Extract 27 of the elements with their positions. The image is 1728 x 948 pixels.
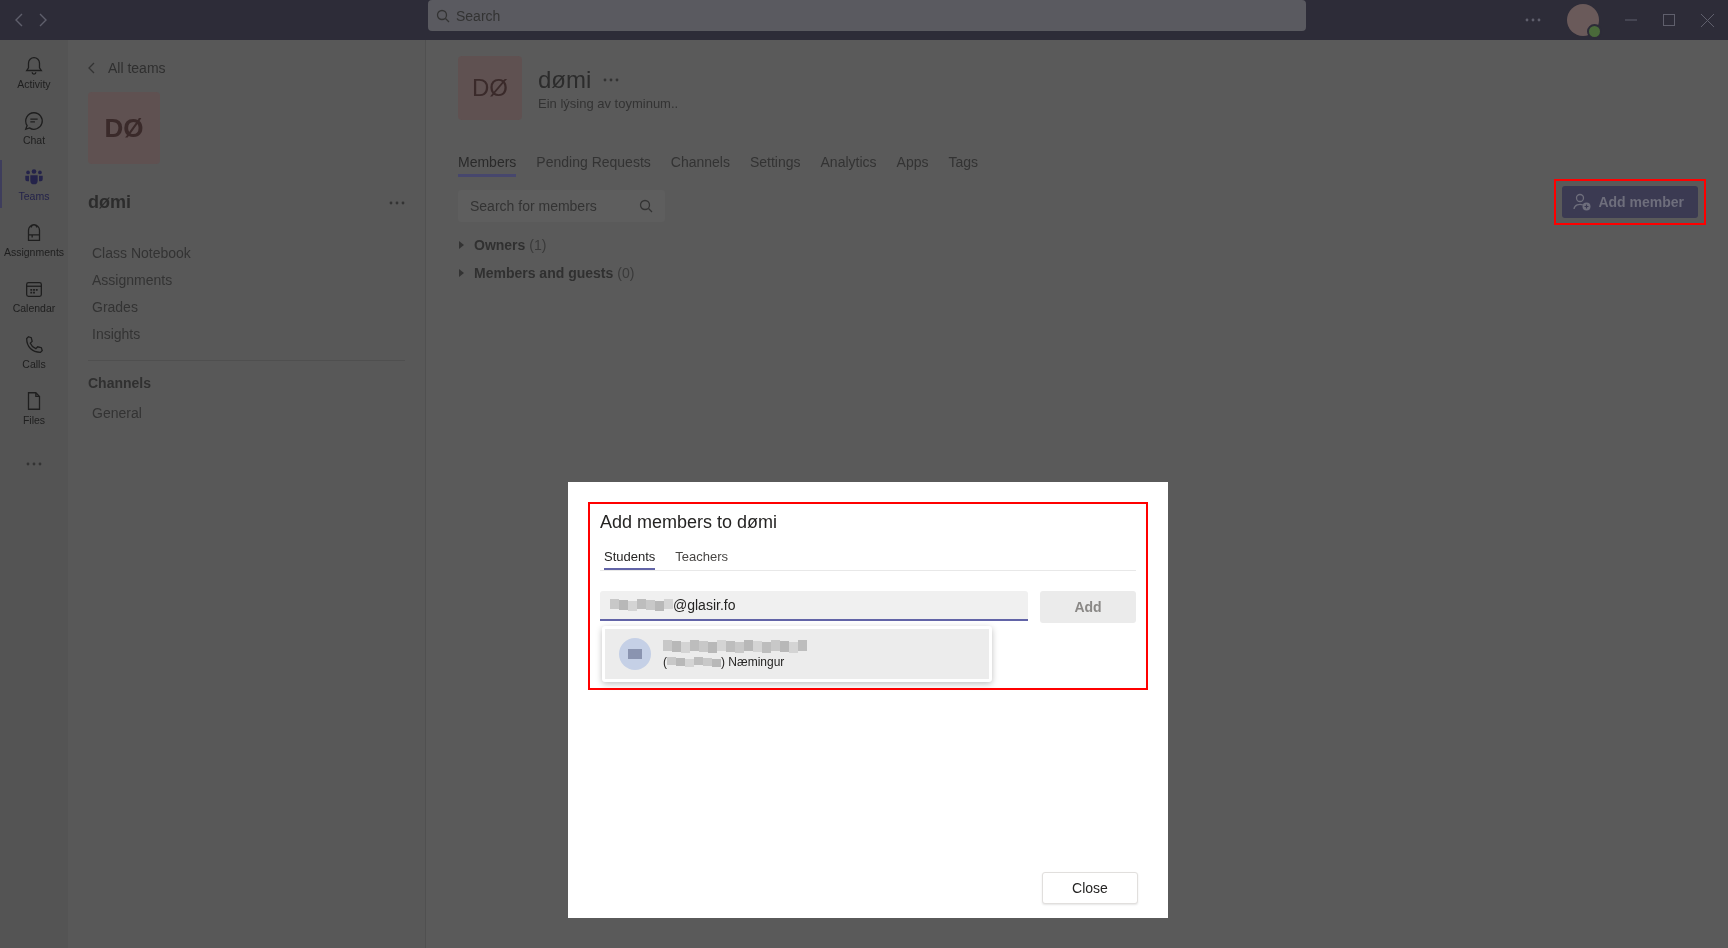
bell-icon xyxy=(23,54,45,76)
close-button[interactable]: Close xyxy=(1042,872,1138,904)
suggestion-item[interactable]: ( ) Næmingur xyxy=(602,626,992,682)
maximize-icon[interactable] xyxy=(1663,14,1675,26)
chevron-left-icon xyxy=(88,62,96,74)
caret-icon xyxy=(458,241,464,249)
add-person-icon xyxy=(1572,192,1593,212)
close-icon[interactable] xyxy=(1701,13,1714,27)
user-avatar[interactable] xyxy=(1567,4,1599,36)
tab[interactable]: Teachers xyxy=(675,549,729,570)
role-text: ) Næmingur xyxy=(721,654,785,669)
redacted-text xyxy=(667,656,721,667)
dialog-title: Add members to dømi xyxy=(600,512,779,533)
redacted-text xyxy=(610,599,673,611)
more-options-icon[interactable] xyxy=(389,200,405,205)
avatar-icon xyxy=(619,638,651,670)
search-icon xyxy=(639,199,653,213)
more-icon[interactable] xyxy=(1525,18,1541,22)
more-options-icon[interactable] xyxy=(603,77,620,82)
input-field[interactable]: @glasir.fo xyxy=(600,591,1028,621)
phone-icon xyxy=(23,334,45,356)
chat-icon xyxy=(23,110,45,132)
more-apps-icon[interactable] xyxy=(26,462,42,466)
caret-icon xyxy=(458,269,464,277)
search-icon xyxy=(436,8,450,23)
paren-text: ( xyxy=(663,654,667,669)
tab[interactable]: Students xyxy=(604,549,656,570)
